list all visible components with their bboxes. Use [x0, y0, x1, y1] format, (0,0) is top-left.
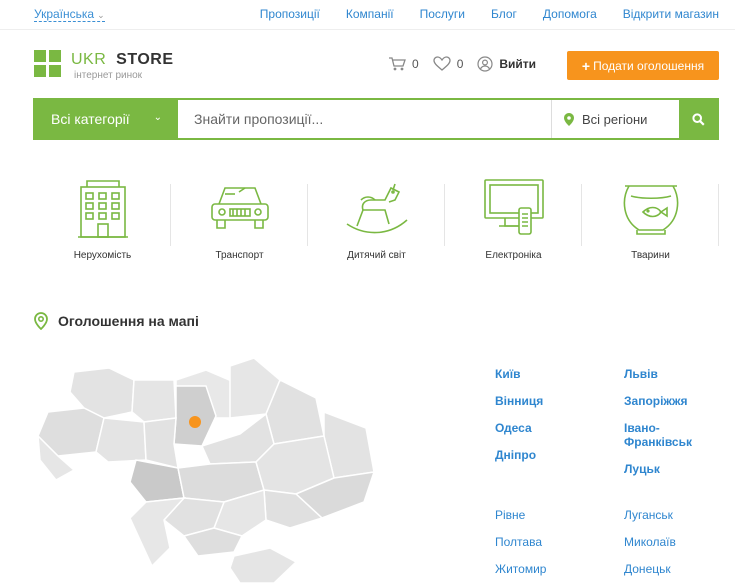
rocking-horse-icon	[346, 183, 408, 234]
city-link[interactable]: Миколаїв	[624, 535, 676, 549]
category-label: Тварини	[631, 250, 670, 261]
city-link[interactable]: Луганськ	[624, 508, 676, 522]
user-icon	[477, 56, 493, 72]
logo-grid-icon	[34, 50, 62, 78]
cities-bold-right: Львів Запоріжжя Івано-Франківськ Луцьк	[624, 367, 704, 489]
category-animals[interactable]: Тварини	[582, 172, 719, 272]
logo-text: UKR STORE	[71, 51, 174, 69]
category-label: Нерухомість	[73, 250, 132, 261]
logo-store: STORE	[116, 51, 174, 68]
divider	[718, 184, 719, 246]
heart-icon	[433, 56, 451, 71]
favorites-link[interactable]: 0	[433, 56, 464, 72]
category-dropdown[interactable]: Всі категорії ⌄	[35, 100, 178, 138]
nav-help[interactable]: Допомога	[543, 7, 597, 21]
top-bar: Українська ⌄ Пропозиції Компанії Послуги …	[0, 0, 735, 30]
post-ad-button[interactable]: + Подати оголошення	[567, 51, 719, 80]
chevron-down-icon: ⌄	[153, 112, 162, 123]
favorites-count: 0	[456, 57, 464, 71]
language-label: Українська	[34, 7, 95, 21]
city-link[interactable]: Житомир	[495, 562, 546, 576]
map-region	[229, 547, 298, 583]
cart-icon	[389, 57, 406, 71]
map-title-label: Оголошення на мапі	[58, 313, 199, 329]
building-icon	[77, 180, 128, 238]
city-link[interactable]: Київ	[495, 367, 543, 381]
category-label: Електроніка	[485, 250, 542, 261]
map-region	[95, 417, 147, 463]
nav-blog[interactable]: Блог	[491, 7, 517, 21]
category-label: Всі категорії	[51, 111, 130, 127]
city-link[interactable]: Рівне	[495, 508, 546, 522]
search-bar: Всі категорії ⌄ Всі регіони	[33, 98, 719, 140]
category-real-estate[interactable]: Нерухомість	[34, 172, 171, 272]
login-link[interactable]: Вийти	[477, 56, 536, 72]
ukraine-map[interactable]	[34, 352, 384, 583]
aquarium-icon	[623, 185, 678, 235]
plus-icon: +	[581, 57, 591, 74]
cart-count: 0	[412, 57, 419, 71]
city-link[interactable]: Дніпро	[495, 448, 543, 462]
map-region	[131, 379, 177, 423]
chevron-down-icon: ⌄	[97, 10, 105, 20]
post-ad-label: Подати оголошення	[593, 58, 705, 73]
login-label: Вийти	[499, 57, 537, 71]
city-link[interactable]: Львів	[624, 367, 704, 381]
car-icon	[210, 187, 269, 229]
search-button[interactable]	[679, 100, 717, 138]
category-electronics[interactable]: Електроніка	[445, 172, 582, 272]
nav-companies[interactable]: Компанії	[346, 7, 394, 21]
search-input[interactable]	[178, 100, 551, 138]
cart-link[interactable]: 0	[388, 56, 419, 72]
category-label: Дитячий світ	[347, 250, 406, 261]
tv-icon	[483, 179, 544, 235]
cities-right: Луганськ Миколаїв Донецьк	[624, 508, 676, 583]
map-region	[143, 417, 179, 470]
map-marker-kyiv	[189, 416, 201, 428]
city-link[interactable]: Луцьк	[624, 462, 704, 476]
nav-open-shop[interactable]: Відкрити магазин	[623, 7, 719, 21]
city-link[interactable]: Полтава	[495, 535, 546, 549]
top-nav: Пропозиції Компанії Послуги Блог Допомог…	[260, 7, 719, 21]
cities-bold-left: Київ Вінниця Одеса Дніпро	[495, 367, 543, 475]
city-link[interactable]: Івано-Франківськ	[624, 421, 704, 449]
city-link[interactable]: Донецьк	[624, 562, 676, 576]
logo-ukr: UKR	[71, 51, 107, 68]
location-pin-icon	[34, 312, 48, 330]
search-icon	[691, 112, 705, 126]
city-link[interactable]: Запоріжжя	[624, 394, 704, 408]
logo-subtitle: інтернет ринок	[74, 70, 143, 81]
category-transport[interactable]: Транспорт	[171, 172, 308, 272]
category-label: Транспорт	[215, 250, 264, 261]
location-pin-icon	[564, 112, 574, 126]
city-link[interactable]: Вінниця	[495, 394, 543, 408]
map-section-title: Оголошення на мапі	[34, 312, 199, 330]
category-strip: Нерухомість Транспорт Дитячий світ Елект…	[34, 172, 719, 272]
region-selector[interactable]: Всі регіони	[551, 100, 679, 138]
nav-services[interactable]: Послуги	[420, 7, 465, 21]
category-kids[interactable]: Дитячий світ	[308, 172, 445, 272]
region-label: Всі регіони	[582, 111, 648, 127]
nav-offers[interactable]: Пропозиції	[260, 7, 320, 21]
header-actions: 0 0 Вийти	[388, 56, 550, 72]
cities-left: Рівне Полтава Житомир	[495, 508, 546, 583]
language-selector[interactable]: Українська ⌄	[34, 7, 105, 22]
city-link[interactable]: Одеса	[495, 421, 543, 435]
